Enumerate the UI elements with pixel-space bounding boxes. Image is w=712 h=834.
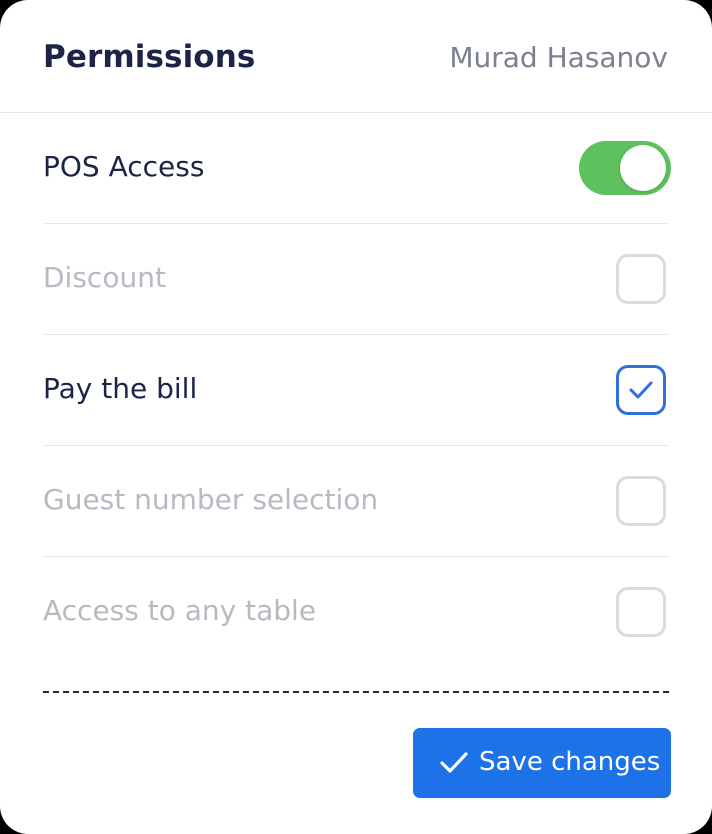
permission-row-access-to-any-table: Access to any table <box>43 557 669 668</box>
permission-label: Pay the bill <box>43 372 198 405</box>
permission-row-discount: Discount <box>43 224 669 335</box>
permission-row-pay-the-bill: Pay the bill <box>43 335 669 446</box>
permission-label: Access to any table <box>43 594 317 627</box>
permission-row-pos-access: POS Access <box>43 113 671 224</box>
toggle-knob <box>620 145 666 191</box>
permission-label: POS Access <box>43 150 205 183</box>
permission-row-guest-number-selection: Guest number selection <box>43 446 669 557</box>
page-title: Permissions <box>43 39 256 75</box>
permissions-card: Permissions Murad Hasanov POS Access Dis… <box>0 0 712 834</box>
permission-label: Guest number selection <box>43 483 379 516</box>
permission-label: Discount <box>43 261 166 294</box>
discount-checkbox[interactable] <box>616 254 666 304</box>
dashed-divider <box>43 691 669 693</box>
pay-the-bill-checkbox[interactable] <box>616 365 666 415</box>
card-header: Permissions Murad Hasanov <box>0 0 712 113</box>
pos-access-toggle[interactable] <box>579 141 671 195</box>
save-button-label: Save changes <box>479 747 661 777</box>
check-icon <box>629 381 653 399</box>
access-to-any-table-checkbox[interactable] <box>616 587 666 637</box>
check-icon <box>440 752 468 773</box>
user-name: Murad Hasanov <box>449 41 668 74</box>
guest-number-selection-checkbox[interactable] <box>616 476 666 526</box>
save-changes-button[interactable]: Save changes <box>413 728 671 798</box>
